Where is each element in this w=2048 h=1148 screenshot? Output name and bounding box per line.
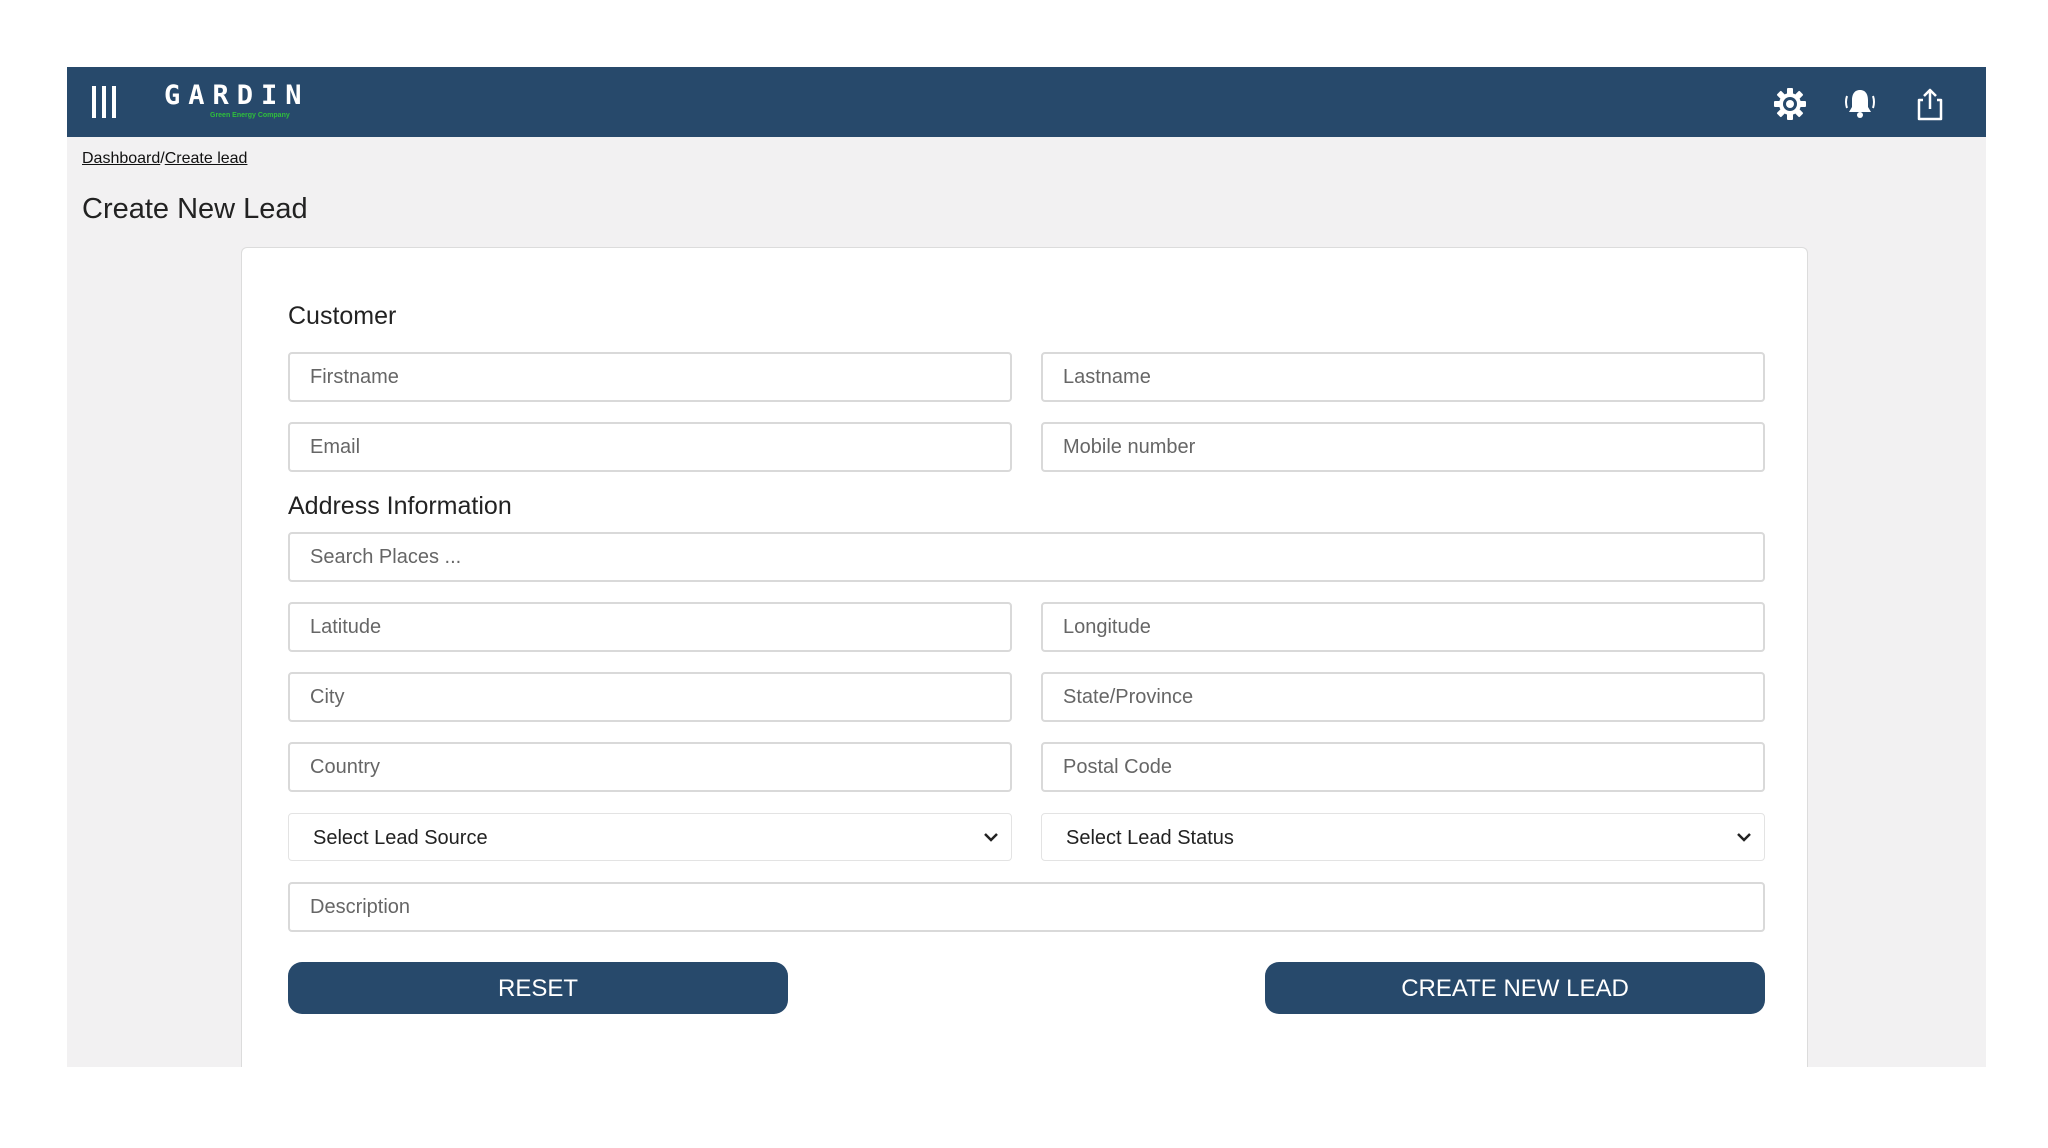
latitude-input[interactable] <box>288 602 1012 652</box>
share-icon[interactable] <box>1913 87 1947 121</box>
address-section-title: Address Information <box>288 492 512 520</box>
email-input[interactable] <box>288 422 1012 472</box>
logo-title: GARDIN <box>164 80 310 111</box>
description-input[interactable] <box>288 882 1765 932</box>
country-input[interactable] <box>288 742 1012 792</box>
city-input[interactable] <box>288 672 1012 722</box>
create-new-lead-button[interactable]: CREATE NEW LEAD <box>1265 962 1765 1014</box>
logo-tagline: Green Energy Company <box>210 112 290 119</box>
lastname-input[interactable] <box>1041 352 1765 402</box>
customer-section-title: Customer <box>288 302 397 330</box>
longitude-input[interactable] <box>1041 602 1765 652</box>
top-navbar: GARDIN Green Energy Company <box>67 67 1986 137</box>
menu-icon[interactable] <box>91 85 117 119</box>
logo[interactable]: GARDIN Green Energy Company <box>164 81 314 125</box>
lead-source-select-label: Select Lead Source <box>313 827 488 849</box>
firstname-input[interactable] <box>288 352 1012 402</box>
bell-icon[interactable] <box>1843 87 1877 121</box>
lead-form-card: Customer Address Information Select Lead… <box>241 247 1808 1067</box>
search-places-input[interactable] <box>288 532 1765 582</box>
state-province-input[interactable] <box>1041 672 1765 722</box>
chevron-down-icon <box>1736 830 1752 844</box>
lead-status-select[interactable]: Select Lead Status <box>1041 813 1765 861</box>
reset-button[interactable]: RESET <box>288 962 788 1014</box>
breadcrumb: Dashboard/Create lead <box>82 149 247 169</box>
lead-source-select[interactable]: Select Lead Source <box>288 813 1012 861</box>
mobile-number-input[interactable] <box>1041 422 1765 472</box>
lead-status-select-label: Select Lead Status <box>1066 827 1234 849</box>
postal-code-input[interactable] <box>1041 742 1765 792</box>
breadcrumb-current-link[interactable]: Create lead <box>165 150 248 167</box>
gear-icon[interactable] <box>1773 87 1807 121</box>
page-title: Create New Lead <box>82 193 308 225</box>
chevron-down-icon <box>983 830 999 844</box>
breadcrumb-dashboard-link[interactable]: Dashboard <box>82 150 160 167</box>
app-window: GARDIN Green Energy Company Dashboard/Cr… <box>67 67 1986 1067</box>
